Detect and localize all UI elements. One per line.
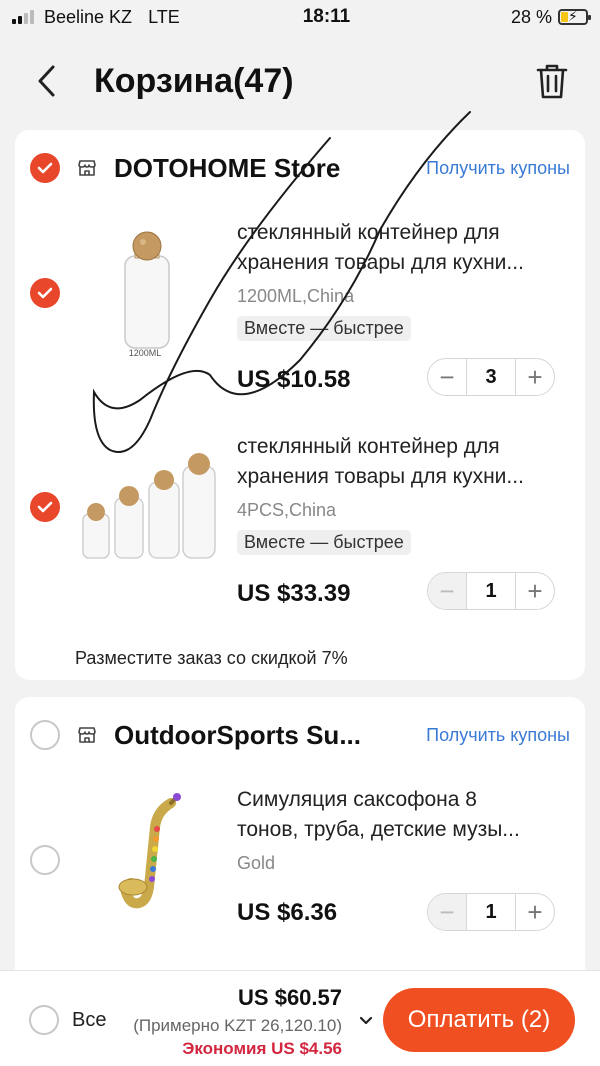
discount-note: Разместите заказ со скидкой 7% bbox=[75, 648, 348, 668]
select-all-checkbox[interactable] bbox=[29, 1005, 59, 1035]
store-card: OutdoorSports Su... Получить купоны Симу… bbox=[15, 697, 585, 997]
total-price: US $60.57 bbox=[238, 985, 342, 1010]
store-name[interactable]: DOTOHOME Store bbox=[114, 153, 414, 184]
quantity-value[interactable]: 1 bbox=[466, 573, 516, 609]
clock: 18:11 bbox=[302, 6, 351, 27]
carrier-name: Beeline KZ bbox=[44, 6, 133, 27]
plus-icon[interactable]: + bbox=[516, 359, 554, 395]
signal-icon bbox=[12, 10, 34, 24]
product-title[interactable]: стеклянный контейнер для хранения товары… bbox=[237, 218, 567, 278]
battery-percent: 28 % bbox=[510, 6, 552, 27]
store-checkbox[interactable] bbox=[30, 720, 60, 750]
product-title[interactable]: стеклянный контейнер для хранения товары… bbox=[237, 432, 567, 492]
chevron-down-icon[interactable] bbox=[356, 1011, 376, 1031]
product-title[interactable]: Симуляция саксофона 8 тонов, труба, детс… bbox=[237, 785, 567, 845]
minus-icon[interactable]: − bbox=[428, 359, 466, 395]
store-card: DOTOHOME Store Получить купоны 1200ML ст… bbox=[15, 130, 585, 680]
product-variant[interactable]: 4PCS,China bbox=[237, 500, 336, 521]
item-checkbox[interactable] bbox=[30, 845, 60, 875]
product-image-label: 1200ML bbox=[129, 348, 162, 358]
savings-amount: Экономия US $4.56 bbox=[182, 1039, 342, 1058]
store-checkbox[interactable] bbox=[30, 153, 60, 183]
plus-icon[interactable]: + bbox=[516, 894, 554, 930]
cart-item: стеклянный контейнер для хранения товары… bbox=[15, 414, 585, 614]
status-bar: Beeline KZ LTE 18:11 28 % ⚡ bbox=[0, 0, 600, 34]
delivery-tag: Вместе — быстрее bbox=[237, 530, 411, 555]
store-icon bbox=[76, 724, 98, 746]
pay-button[interactable]: Оплатить (2) bbox=[383, 988, 575, 1052]
product-variant[interactable]: 1200ML,China bbox=[237, 286, 354, 307]
header: Корзина(47) bbox=[0, 50, 600, 112]
checkout-bar: Все US $60.57 (Примерно KZT 26,120.10) Э… bbox=[0, 970, 600, 1066]
store-header: DOTOHOME Store Получить купоны bbox=[15, 148, 585, 188]
item-checkbox[interactable] bbox=[30, 278, 60, 308]
product-price: US $10.58 bbox=[237, 366, 351, 393]
product-image[interactable] bbox=[73, 767, 223, 927]
product-image[interactable] bbox=[73, 414, 223, 574]
store-header: OutdoorSports Su... Получить купоны bbox=[15, 715, 585, 755]
get-coupons-link[interactable]: Получить купоны bbox=[426, 725, 570, 746]
cart-item: 1200ML стеклянный контейнер для хранения… bbox=[15, 200, 585, 400]
product-price: US $33.39 bbox=[237, 580, 351, 607]
minus-icon[interactable]: − bbox=[428, 573, 466, 609]
chevron-left-icon[interactable] bbox=[26, 61, 66, 101]
page-title: Корзина(47) bbox=[94, 61, 294, 100]
quantity-stepper: − 1 + bbox=[427, 893, 555, 931]
quantity-stepper: − 1 + bbox=[427, 572, 555, 610]
get-coupons-link[interactable]: Получить купоны bbox=[426, 158, 570, 179]
network-type: LTE bbox=[148, 6, 180, 27]
product-variant[interactable]: Gold bbox=[237, 853, 275, 874]
plus-icon[interactable]: + bbox=[516, 573, 554, 609]
delivery-tag: Вместе — быстрее bbox=[237, 316, 411, 341]
minus-icon[interactable]: − bbox=[428, 894, 466, 930]
store-name[interactable]: OutdoorSports Su... bbox=[114, 720, 414, 751]
select-all-label[interactable]: Все bbox=[72, 1009, 106, 1032]
cart-item: Симуляция саксофона 8 тонов, труба, детс… bbox=[15, 767, 585, 967]
quantity-value[interactable]: 3 bbox=[466, 359, 516, 395]
battery-icon: ⚡ bbox=[558, 8, 591, 25]
quantity-stepper: − 3 + bbox=[427, 358, 555, 396]
store-icon bbox=[76, 157, 98, 179]
product-image[interactable]: 1200ML bbox=[73, 200, 223, 360]
product-price: US $6.36 bbox=[237, 899, 338, 926]
quantity-value[interactable]: 1 bbox=[466, 894, 516, 930]
total-summary: US $60.57 (Примерно KZT 26,120.10) Эконо… bbox=[110, 985, 342, 1059]
item-checkbox[interactable] bbox=[30, 492, 60, 522]
trash-icon[interactable] bbox=[530, 59, 574, 103]
approx-total: (Примерно KZT 26,120.10) bbox=[133, 1016, 342, 1035]
